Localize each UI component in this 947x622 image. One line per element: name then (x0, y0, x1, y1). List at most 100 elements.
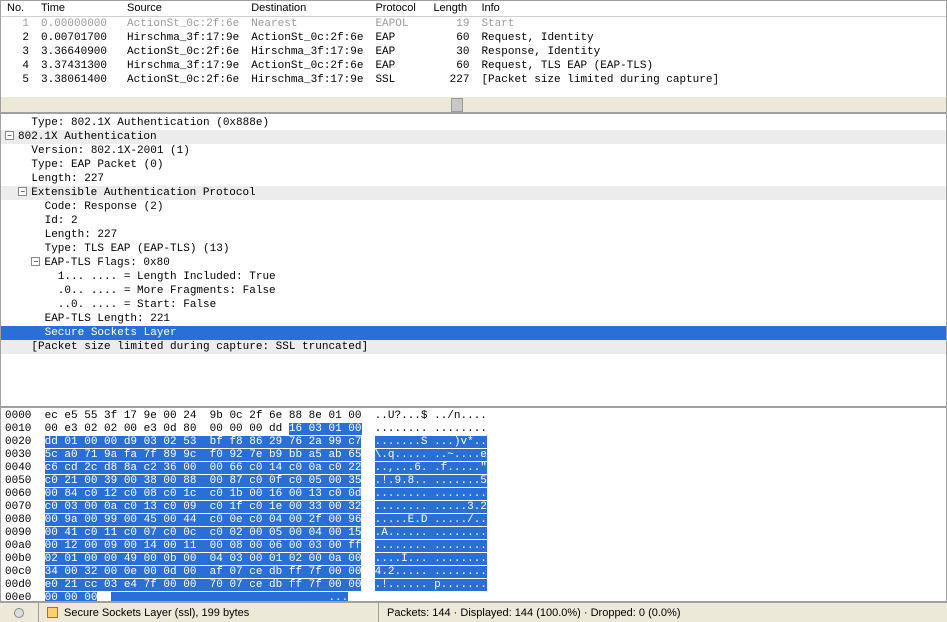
cell-info: Request, TLS EAP (EAP-TLS) (475, 59, 946, 73)
packet-detail-pane[interactable]: Type: 802.1X Authentication (0x888e) −80… (0, 113, 947, 407)
collapse-icon[interactable]: − (31, 257, 40, 266)
hex-row[interactable]: 0070 c0 03 00 0a c0 13 c0 09 c0 1f c0 1e… (1, 501, 946, 514)
hex-bytes-selected: 00 12 00 09 00 14 00 11 00 08 00 06 00 0… (45, 540, 362, 552)
proto-eap-header[interactable]: −Extensible Authentication Protocol (1, 186, 946, 200)
hex-offset: 0060 (5, 488, 31, 500)
hex-ascii (361, 540, 374, 552)
cell-info: Response, Identity (475, 45, 946, 59)
field-eap-type[interactable]: Type: TLS EAP (EAP-TLS) (13) (1, 242, 946, 256)
hex-ascii-selected: ........ .....3.2 (375, 501, 487, 513)
hex-bytes-selected: c6 cd 2c d8 8a c2 36 00 00 66 c0 14 c0 0… (45, 462, 362, 474)
field-type[interactable]: Type: EAP Packet (0) (1, 158, 946, 172)
field-eaptls-length[interactable]: EAP-TLS Length: 221 (1, 312, 946, 326)
cell-proto: SSL (369, 73, 427, 87)
hex-ascii-selected: ........ ........ (375, 540, 487, 552)
cell-src: Hirschma_3f:17:9e (121, 31, 245, 45)
cell-dst: ActionSt_0c:2f:6e (245, 59, 369, 73)
field-code[interactable]: Code: Response (2) (1, 200, 946, 214)
hex-offset: 0040 (5, 462, 31, 474)
column-header-time[interactable]: Time (35, 1, 121, 17)
field-frame-type[interactable]: Type: 802.1X Authentication (0x888e) (1, 116, 946, 130)
cell-dst: Nearest (245, 17, 369, 32)
field-id[interactable]: Id: 2 (1, 214, 946, 228)
cell-src: ActionSt_0c:2f:6e (121, 17, 245, 32)
cell-no: 5 (1, 73, 35, 87)
hex-ascii (361, 436, 374, 448)
packet-row[interactable]: 43.37431300Hirschma_3f:17:9eActionSt_0c:… (1, 59, 946, 73)
hex-bytes-selected: 16 03 01 00 (289, 423, 362, 435)
cell-proto: EAP (369, 31, 427, 45)
hex-bytes: 00 e3 02 02 00 e3 0d 80 (45, 423, 203, 435)
hex-ascii-selected: .A...... ........ (375, 527, 487, 539)
hex-offset: 00b0 (5, 553, 31, 565)
cell-time: 3.37431300 (35, 59, 121, 73)
hex-row[interactable]: 0060 00 84 c0 12 c0 08 c0 1c c0 1b 00 16… (1, 488, 946, 501)
status-counts-text: Packets: 144 · Displayed: 144 (100.0%) ·… (387, 607, 680, 619)
info-truncated[interactable]: [Packet size limited during capture: SSL… (1, 340, 946, 354)
cell-no: 4 (1, 59, 35, 73)
hex-offset: 0000 (5, 410, 31, 422)
hex-row[interactable]: 00e0 00 00 00 ... (1, 592, 946, 602)
column-header-length[interactable]: Length (427, 1, 475, 17)
hex-row[interactable]: 0010 00 e3 02 02 00 e3 0d 80 00 00 00 dd… (1, 423, 946, 436)
field-flags-header[interactable]: −EAP-TLS Flags: 0x80 (1, 256, 946, 270)
hex-row[interactable]: 0030 5c a0 71 9a fa 7f 89 9c f0 92 7e b9… (1, 449, 946, 462)
column-header-info[interactable]: Info (475, 1, 946, 17)
collapse-icon[interactable]: − (18, 187, 27, 196)
packet-row[interactable]: 53.38061400ActionSt_0c:2f:6eHirschma_3f:… (1, 73, 946, 87)
scroll-thumb[interactable] (451, 98, 463, 112)
hex-bytes-selected: 02 01 00 00 49 00 0b 00 04 03 00 01 02 0… (45, 553, 362, 565)
column-header-no[interactable]: No. (1, 1, 35, 17)
hex-offset: 0070 (5, 501, 31, 513)
hex-ascii-selected: ..,...6. .f....." (375, 462, 487, 474)
capture-led-icon (14, 608, 24, 618)
hex-ascii-selected: .!...... p....... (375, 579, 487, 591)
cell-no: 2 (1, 31, 35, 45)
collapse-icon[interactable]: − (5, 131, 14, 140)
proto-8021x-header[interactable]: −802.1X Authentication (1, 130, 946, 144)
hex-offset: 0030 (5, 449, 31, 461)
hex-dump-pane[interactable]: 0000 ec e5 55 3f 17 9e 00 24 9b 0c 2f 6e… (0, 407, 947, 602)
horizontal-scrollbar[interactable] (0, 97, 947, 113)
field-ssl-selected[interactable]: Secure Sockets Layer (1, 326, 946, 340)
column-header-destination[interactable]: Destination (245, 1, 369, 17)
cell-info: [Packet size limited during capture] (475, 73, 946, 87)
hex-bytes-selected: 00 84 c0 12 c0 08 c0 1c c0 1b 00 16 00 1… (45, 488, 362, 500)
hex-row[interactable]: 0020 dd 01 00 00 d9 03 02 53 bf f8 86 29… (1, 436, 946, 449)
cell-src: ActionSt_0c:2f:6e (121, 45, 245, 59)
hex-row[interactable]: 00c0 34 00 32 00 0e 00 0d 00 af 07 ce db… (1, 566, 946, 579)
hex-ascii-selected: \.q..... ..~....e (375, 449, 487, 461)
cell-src: ActionSt_0c:2f:6e (121, 73, 245, 87)
field-version[interactable]: Version: 802.1X-2001 (1) (1, 144, 946, 158)
field-length[interactable]: Length: 227 (1, 172, 946, 186)
field-flag-more-fragments[interactable]: .0.. .... = More Fragments: False (1, 284, 946, 298)
cell-time: 3.36640900 (35, 45, 121, 59)
hex-row[interactable]: 0050 c0 21 00 39 00 38 00 88 00 87 c0 0f… (1, 475, 946, 488)
packet-list-pane[interactable]: No.TimeSourceDestinationProtocolLengthIn… (0, 0, 947, 97)
hex-ascii-selected: .!.9.8.. .......5 (375, 475, 487, 487)
status-led-segment (0, 603, 39, 622)
packet-table: No.TimeSourceDestinationProtocolLengthIn… (1, 1, 946, 87)
cell-proto: EAP (369, 59, 427, 73)
cell-dst: Hirschma_3f:17:9e (245, 73, 369, 87)
hex-row[interactable]: 0000 ec e5 55 3f 17 9e 00 24 9b 0c 2f 6e… (1, 410, 946, 423)
hex-row[interactable]: 00b0 02 01 00 00 49 00 0b 00 04 03 00 01… (1, 553, 946, 566)
packet-row[interactable]: 33.36640900ActionSt_0c:2f:6eHirschma_3f:… (1, 45, 946, 59)
hex-row[interactable]: 0080 00 9a 00 99 00 45 00 44 c0 0e c0 04… (1, 514, 946, 527)
packet-row[interactable]: 20.00701700Hirschma_3f:17:9eActionSt_0c:… (1, 31, 946, 45)
field-flag-length-included[interactable]: 1... .... = Length Included: True (1, 270, 946, 284)
hex-ascii-selected: .......S ...)v*.. (375, 436, 487, 448)
hex-row[interactable]: 00d0 e0 21 cc 03 e4 7f 00 00 70 07 ce db… (1, 579, 946, 592)
hex-ascii (361, 462, 374, 474)
hex-bytes-selected: 00 41 c0 11 c0 07 c0 0c c0 02 00 05 00 0… (45, 527, 362, 539)
field-eap-length[interactable]: Length: 227 (1, 228, 946, 242)
hex-offset: 0010 (5, 423, 31, 435)
field-flag-start[interactable]: ..0. .... = Start: False (1, 298, 946, 312)
hex-row[interactable]: 0090 00 41 c0 11 c0 07 c0 0c c0 02 00 05… (1, 527, 946, 540)
column-header-protocol[interactable]: Protocol (369, 1, 427, 17)
hex-row[interactable]: 00a0 00 12 00 09 00 14 00 11 00 08 00 06… (1, 540, 946, 553)
column-header-source[interactable]: Source (121, 1, 245, 17)
packet-row[interactable]: 10.00000000ActionSt_0c:2f:6eNearestEAPOL… (1, 17, 946, 32)
hex-row[interactable]: 0040 c6 cd 2c d8 8a c2 36 00 00 66 c0 14… (1, 462, 946, 475)
hex-offset: 00d0 (5, 579, 31, 591)
